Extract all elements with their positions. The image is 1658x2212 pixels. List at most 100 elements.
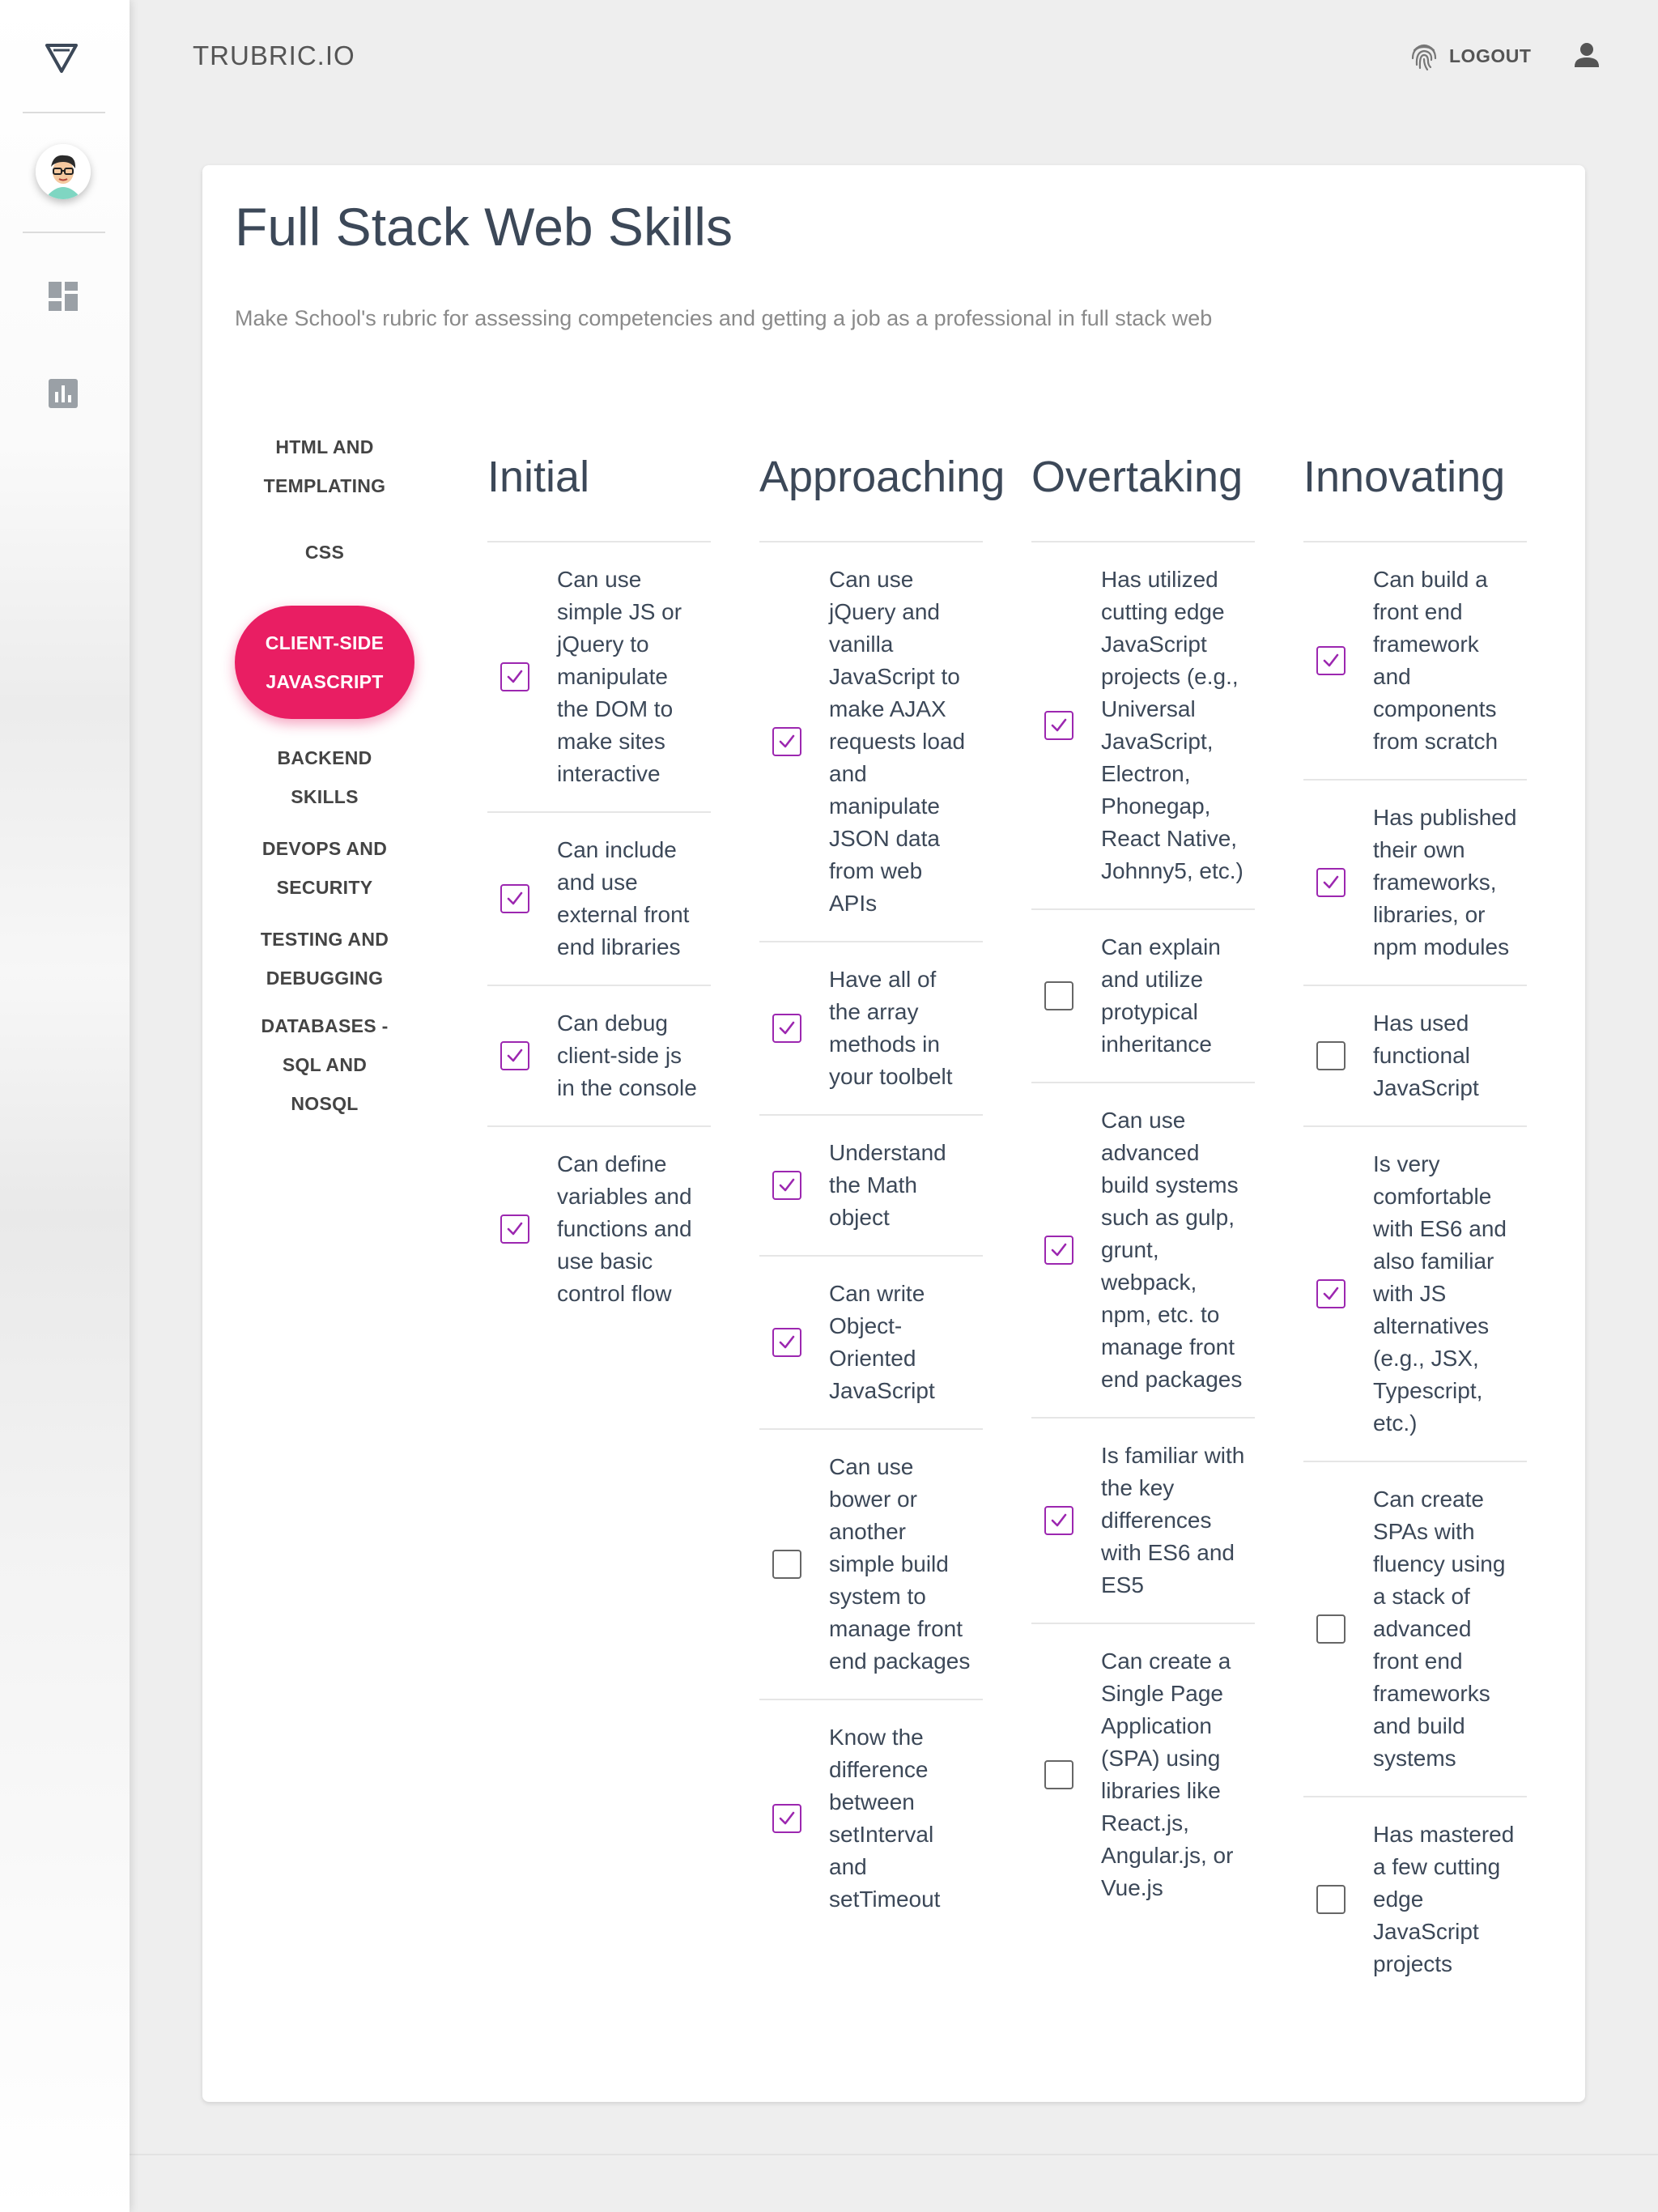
check-icon bbox=[779, 1021, 795, 1035]
checkbox-checked[interactable] bbox=[1044, 1236, 1073, 1265]
checkbox-checked[interactable] bbox=[1316, 1279, 1346, 1308]
checkbox-checked[interactable] bbox=[500, 884, 529, 913]
avatar-illustration-icon bbox=[36, 144, 91, 199]
category-tab[interactable]: BACKEND SKILLS bbox=[235, 732, 414, 823]
check-icon bbox=[507, 1222, 523, 1236]
account-icon[interactable] bbox=[1571, 39, 1603, 71]
column-heading: Innovating bbox=[1303, 440, 1527, 542]
skill-label: Understand the Math object bbox=[829, 1140, 946, 1230]
skill-label: Has used functional JavaScript bbox=[1373, 1010, 1479, 1100]
check-icon bbox=[507, 670, 523, 683]
skill-column: Overtaking Has utilized cutting edge Java… bbox=[1031, 440, 1255, 1925]
skill-item: Have all of the array methods in your to… bbox=[759, 942, 983, 1116]
sidebar bbox=[0, 0, 130, 2212]
column-heading: Approaching bbox=[759, 440, 1005, 542]
category-tab[interactable]: DEVOPS AND SECURITY bbox=[235, 823, 414, 913]
skill-label: Know the difference between setInterval … bbox=[829, 1725, 941, 1912]
checkbox-unchecked[interactable] bbox=[1316, 1041, 1346, 1070]
check-icon bbox=[507, 891, 523, 905]
check-icon bbox=[779, 1335, 795, 1349]
skill-label: Can use simple JS or jQuery to manipulat… bbox=[557, 567, 682, 786]
skill-item: Can write Object-Oriented JavaScript bbox=[759, 1257, 983, 1430]
logout-label: LOGOUT bbox=[1449, 45, 1532, 66]
check-icon bbox=[779, 1178, 795, 1192]
category-tab[interactable]: HTML AND TEMPLATING bbox=[235, 421, 414, 512]
checkbox-checked[interactable] bbox=[1044, 711, 1073, 740]
check-icon bbox=[507, 1049, 523, 1062]
column-heading: Initial bbox=[487, 440, 711, 542]
category-tab[interactable]: CLIENT-SIDE JAVASCRIPT bbox=[235, 606, 414, 719]
category-tab[interactable]: TESTING AND DEBUGGING bbox=[235, 913, 414, 1004]
check-icon bbox=[1323, 1287, 1339, 1300]
brand-title[interactable]: TRUBRIC.IO bbox=[193, 40, 355, 71]
checkbox-unchecked[interactable] bbox=[1044, 981, 1073, 1010]
checkbox-unchecked[interactable] bbox=[1316, 1614, 1346, 1644]
skill-item: Can use jQuery and vanilla JavaScript to… bbox=[759, 542, 983, 942]
skill-label: Has utilized cutting edge JavaScript pro… bbox=[1101, 567, 1244, 883]
rubric-card: Full Stack Web Skills Make School's rubr… bbox=[202, 165, 1585, 2102]
check-icon bbox=[1051, 718, 1067, 732]
page-subtitle: Make School's rubric for assessing compe… bbox=[235, 306, 1213, 330]
skill-item: Is very comfortable with ES6 and also fa… bbox=[1303, 1127, 1527, 1462]
skill-item: Can create SPAs with fluency using a sta… bbox=[1303, 1462, 1527, 1797]
sidebar-divider bbox=[23, 232, 105, 233]
checkbox-checked[interactable] bbox=[1316, 646, 1346, 675]
skill-label: Has published their own frameworks, libr… bbox=[1373, 805, 1517, 959]
skill-item: Has published their own frameworks, libr… bbox=[1303, 781, 1527, 986]
dashboard-icon[interactable] bbox=[47, 280, 79, 313]
column-heading: Overtaking bbox=[1031, 440, 1255, 542]
checkbox-checked[interactable] bbox=[500, 662, 529, 691]
category-tab[interactable]: CSS bbox=[235, 512, 414, 593]
skill-item: Can debug client-side js in the console bbox=[487, 986, 711, 1127]
page-title: Full Stack Web Skills bbox=[235, 197, 733, 257]
category-nav: HTML AND TEMPLATING CSS CLIENT-SIDE JAVASC… bbox=[235, 421, 414, 1125]
skill-label: Can include and use external front end l… bbox=[557, 837, 690, 959]
fingerprint-icon bbox=[1411, 44, 1437, 71]
skill-label: Can create SPAs with fluency using a sta… bbox=[1373, 1487, 1506, 1771]
category-tab[interactable]: DATABASES - SQL AND NOSQL bbox=[235, 1004, 414, 1125]
skill-column: Initial Can use simple JS or jQuery to ma… bbox=[487, 440, 711, 1331]
skill-label: Is very comfortable with ES6 and also fa… bbox=[1373, 1151, 1507, 1436]
checkbox-checked[interactable] bbox=[772, 1328, 801, 1357]
checkbox-checked[interactable] bbox=[772, 1804, 801, 1833]
check-icon bbox=[1051, 1243, 1067, 1257]
skill-item: Is familiar with the key differences wit… bbox=[1031, 1419, 1255, 1624]
checkbox-checked[interactable] bbox=[772, 727, 801, 756]
footer-divider bbox=[130, 2154, 1658, 2155]
skill-item: Understand the Math object bbox=[759, 1116, 983, 1257]
skill-item: Has used functional JavaScript bbox=[1303, 986, 1527, 1127]
checkbox-checked[interactable] bbox=[500, 1041, 529, 1070]
skill-item: Can create a Single Page Application (SP… bbox=[1031, 1624, 1255, 1925]
skill-item: Can use bower or another simple build sy… bbox=[759, 1430, 983, 1700]
skill-item: Has mastered a few cutting edge JavaScri… bbox=[1303, 1797, 1527, 2001]
avatar[interactable] bbox=[36, 144, 91, 199]
check-icon bbox=[1323, 653, 1339, 667]
sidebar-divider bbox=[23, 112, 105, 113]
checkbox-checked[interactable] bbox=[500, 1214, 529, 1244]
skill-label: Can debug client-side js in the console bbox=[557, 1010, 697, 1100]
skill-label: Can explain and utilize protypical inher… bbox=[1101, 934, 1221, 1057]
skill-item: Has utilized cutting edge JavaScript pro… bbox=[1031, 542, 1255, 910]
skill-label: Can use bower or another simple build sy… bbox=[829, 1454, 971, 1674]
skill-label: Can write Object-Oriented JavaScript bbox=[829, 1281, 935, 1403]
check-icon bbox=[1051, 1513, 1067, 1527]
skill-column: Innovating Can build a front end framewor… bbox=[1303, 440, 1527, 2001]
check-icon bbox=[779, 1811, 795, 1825]
skill-item: Can explain and utilize protypical inher… bbox=[1031, 910, 1255, 1083]
logo-triangle-icon[interactable] bbox=[44, 42, 79, 74]
top-navbar: TRUBRIC.IO LOGOUT bbox=[130, 0, 1658, 113]
logout-button[interactable]: LOGOUT bbox=[1410, 37, 1531, 74]
checkbox-checked[interactable] bbox=[772, 1014, 801, 1043]
checkbox-unchecked[interactable] bbox=[1316, 1885, 1346, 1914]
check-icon bbox=[1323, 875, 1339, 889]
check-icon bbox=[779, 734, 795, 748]
skill-item: Can build a front end framework and comp… bbox=[1303, 542, 1527, 781]
checkbox-checked[interactable] bbox=[1316, 868, 1346, 897]
bar-chart-icon[interactable] bbox=[47, 377, 79, 410]
checkbox-checked[interactable] bbox=[772, 1171, 801, 1200]
checkbox-unchecked[interactable] bbox=[772, 1550, 801, 1579]
skill-item: Can define variables and functions and u… bbox=[487, 1127, 711, 1331]
checkbox-checked[interactable] bbox=[1044, 1506, 1073, 1535]
checkbox-unchecked[interactable] bbox=[1044, 1760, 1073, 1789]
skill-label: Can use advanced build systems such as g… bbox=[1101, 1108, 1243, 1392]
